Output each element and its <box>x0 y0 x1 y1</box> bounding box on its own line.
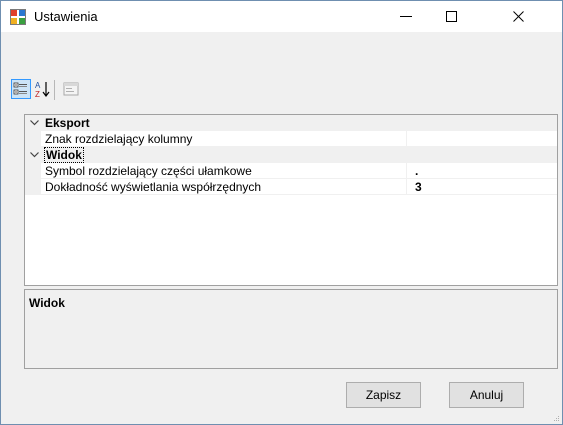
help-title: Widok <box>29 296 65 310</box>
resize-grip-icon[interactable] <box>554 416 560 422</box>
property-value[interactable]: 3 <box>415 180 422 194</box>
svg-text:Z: Z <box>35 90 40 99</box>
sort-alphabetical-icon: A Z <box>35 81 50 99</box>
cancel-button[interactable]: Anuluj <box>449 382 524 408</box>
categorized-button[interactable] <box>11 79 31 99</box>
title-bar[interactable]: Ustawienia <box>1 1 562 32</box>
property-name: Znak rozdzielający kolumny <box>45 132 193 146</box>
svg-text:A: A <box>35 81 41 90</box>
property-pages-button[interactable] <box>61 79 81 99</box>
category-name: Widok <box>44 147 84 163</box>
property-pages-icon <box>63 82 79 96</box>
chevron-down-icon[interactable] <box>30 152 39 158</box>
property-grid[interactable]: Eksport Znak rozdzielający kolumny Widok… <box>24 114 558 286</box>
close-button[interactable] <box>475 1 562 32</box>
help-panel: Widok <box>24 289 558 369</box>
category-row-widok[interactable]: Widok <box>25 147 557 163</box>
minimize-button[interactable] <box>383 1 429 32</box>
chevron-down-icon[interactable] <box>30 120 39 126</box>
settings-window: Ustawienia A Z Eksport Znak rozdzielając… <box>0 0 563 425</box>
property-name: Symbol rozdzielający części ułamkowe <box>45 164 252 178</box>
property-grid-toolbar: A Z <box>2 77 562 103</box>
close-icon <box>513 11 524 22</box>
minimize-icon <box>400 16 412 17</box>
toolbar-separator <box>54 80 55 100</box>
maximize-icon <box>446 11 457 22</box>
categorized-view-icon <box>13 82 27 95</box>
maximize-button[interactable] <box>429 1 475 32</box>
save-button[interactable]: Zapisz <box>346 382 421 408</box>
property-row[interactable]: Znak rozdzielający kolumny <box>25 131 557 147</box>
property-row[interactable]: Dokładność wyświetlania współrzędnych 3 <box>25 179 557 195</box>
app-icon <box>10 9 26 25</box>
category-name: Eksport <box>45 116 90 130</box>
property-row[interactable]: Symbol rozdzielający części ułamkowe . <box>25 163 557 179</box>
alphabetical-button[interactable]: A Z <box>33 79 53 99</box>
window-title: Ustawienia <box>34 9 98 24</box>
property-name: Dokładność wyświetlania współrzędnych <box>45 180 262 194</box>
category-row-eksport[interactable]: Eksport <box>25 115 557 131</box>
property-value[interactable]: . <box>415 164 418 178</box>
